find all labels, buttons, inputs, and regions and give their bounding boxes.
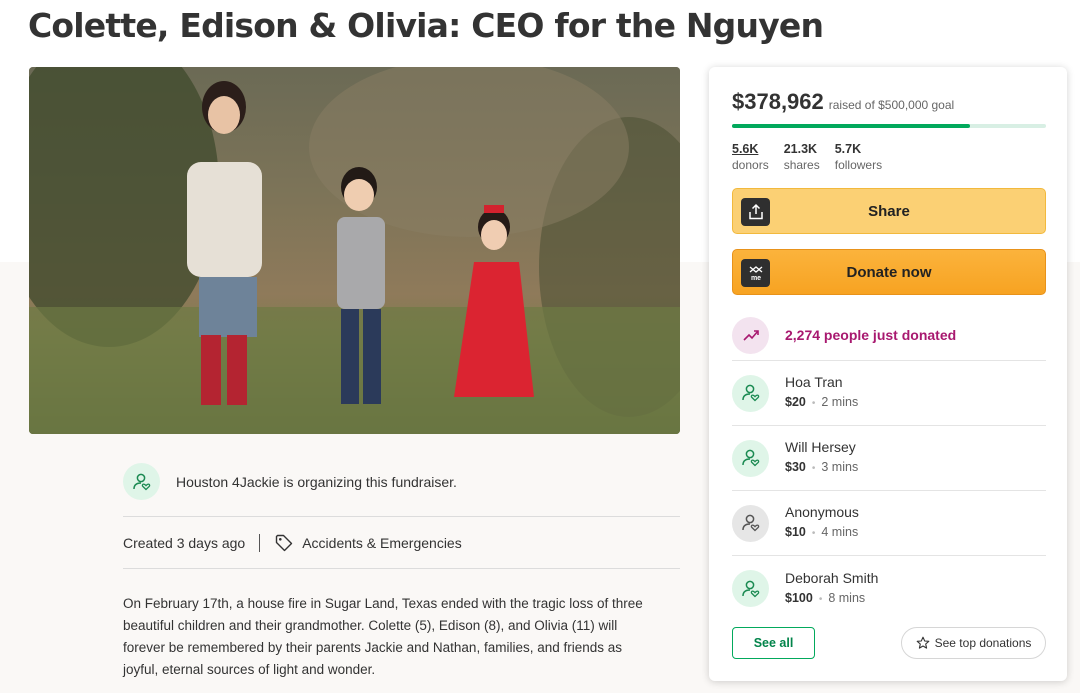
donor-amount: $100 — [785, 590, 813, 605]
stat-label: shares — [783, 158, 820, 172]
raised-summary: $378,962 raised of $500,000 goal — [732, 89, 954, 115]
donor-item: Hoa Tran $20 • 2 mins — [732, 361, 1046, 426]
see-all-button[interactable]: See all — [732, 627, 815, 659]
progress-bar — [732, 124, 1046, 128]
stat-followers: 5.7K followers — [835, 142, 882, 173]
donor-item: Deborah Smith $100 • 8 mins — [732, 556, 1046, 621]
recent-donations-trend: 2,274 people just donated — [732, 310, 1046, 361]
donor-item: Anonymous $10 • 4 mins — [732, 491, 1046, 556]
raised-amount: $378,962 — [732, 89, 824, 114]
donor-time: 2 mins — [821, 395, 859, 409]
user-heart-icon — [132, 473, 150, 490]
trending-up-icon — [732, 316, 769, 354]
separator-dot: • — [811, 528, 816, 539]
category-link[interactable]: Accidents & Emergencies — [274, 533, 462, 553]
story-line: On February 17th, a house fire in Sugar … — [123, 596, 643, 611]
separator-dot: • — [811, 463, 816, 474]
stat-label: donors — [732, 158, 769, 172]
separator-dot: • — [811, 398, 816, 409]
donor-item: Will Hersey $30 • 3 mins — [732, 426, 1046, 491]
organizer-text: Houston 4Jackie is organizing this fundr… — [176, 473, 457, 490]
donor-time: 8 mins — [828, 590, 866, 605]
created-date: Created 3 days ago — [123, 534, 246, 551]
organizer-avatar — [123, 463, 160, 500]
stat-number: 5.6K — [732, 142, 759, 156]
story-line: beautiful children and their grandmother… — [123, 618, 618, 633]
stat-number: 5.7K — [834, 142, 862, 156]
progress-fill — [732, 124, 970, 128]
donor-name: Hoa Tran — [785, 374, 843, 390]
stat-number: 21.3K — [783, 142, 818, 156]
svg-text:me: me — [750, 275, 760, 282]
stats-row: 5.6K donors 21.3K shares 5.7K followers — [732, 142, 897, 173]
user-heart-icon — [741, 449, 759, 467]
stat-label: followers — [834, 158, 883, 172]
donor-amount: $10 — [785, 525, 806, 539]
donor-avatar — [732, 504, 769, 542]
donor-avatar — [732, 374, 769, 412]
donate-label: Donate now — [846, 263, 932, 281]
goal-text: raised of $500,000 goal — [828, 98, 955, 112]
fundraiser-meta: Created 3 days ago Accidents & Emergenci… — [123, 517, 680, 569]
story-text: On February 17th, a house fire in Sugar … — [123, 593, 683, 681]
stat-donors[interactable]: 5.6K donors — [732, 142, 769, 173]
page-title: Colette, Edison & Olivia: CEO for the Ng… — [28, 6, 824, 45]
star-icon — [916, 636, 929, 649]
donor-amount: $30 — [785, 460, 806, 474]
meta-divider — [259, 533, 261, 552]
hero-photo-image — [29, 67, 680, 434]
user-heart-icon — [741, 580, 759, 597]
donor-avatar — [732, 570, 769, 607]
donation-card: $378,962 raised of $500,000 goal 5.6K do… — [709, 67, 1067, 681]
category-label: Accidents & Emergencies — [302, 534, 462, 551]
donor-name: Will Hersey — [785, 439, 856, 455]
donate-button[interactable]: me Donate now — [732, 249, 1046, 295]
user-heart-icon — [741, 384, 759, 402]
tag-icon — [276, 534, 293, 551]
organizer-row: Houston 4Jackie is organizing this fundr… — [123, 455, 680, 517]
donor-time: 4 mins — [821, 525, 859, 539]
donor-amount: $20 — [785, 395, 806, 409]
stat-shares: 21.3K shares — [784, 142, 820, 173]
story-line: forever be remembered by their parents J… — [123, 640, 623, 655]
share-upload-icon — [741, 198, 770, 226]
story-line: joyful, eternal sources of light and won… — [123, 662, 376, 677]
trend-text: 2,274 people just donated — [785, 327, 957, 343]
share-button[interactable]: Share — [732, 188, 1046, 234]
share-label: Share — [868, 202, 910, 220]
donor-name: Anonymous — [785, 504, 859, 520]
see-top-label: See top donations — [934, 636, 1032, 650]
user-heart-icon — [741, 514, 759, 532]
hero-photo — [29, 67, 680, 434]
donor-avatar — [732, 439, 769, 477]
donor-time: 3 mins — [821, 460, 859, 474]
see-top-donations-button[interactable]: See top donations — [901, 627, 1046, 659]
gofundme-logo-icon: me — [741, 259, 770, 287]
separator-dot: • — [818, 593, 823, 605]
donor-name: Deborah Smith — [785, 569, 879, 586]
